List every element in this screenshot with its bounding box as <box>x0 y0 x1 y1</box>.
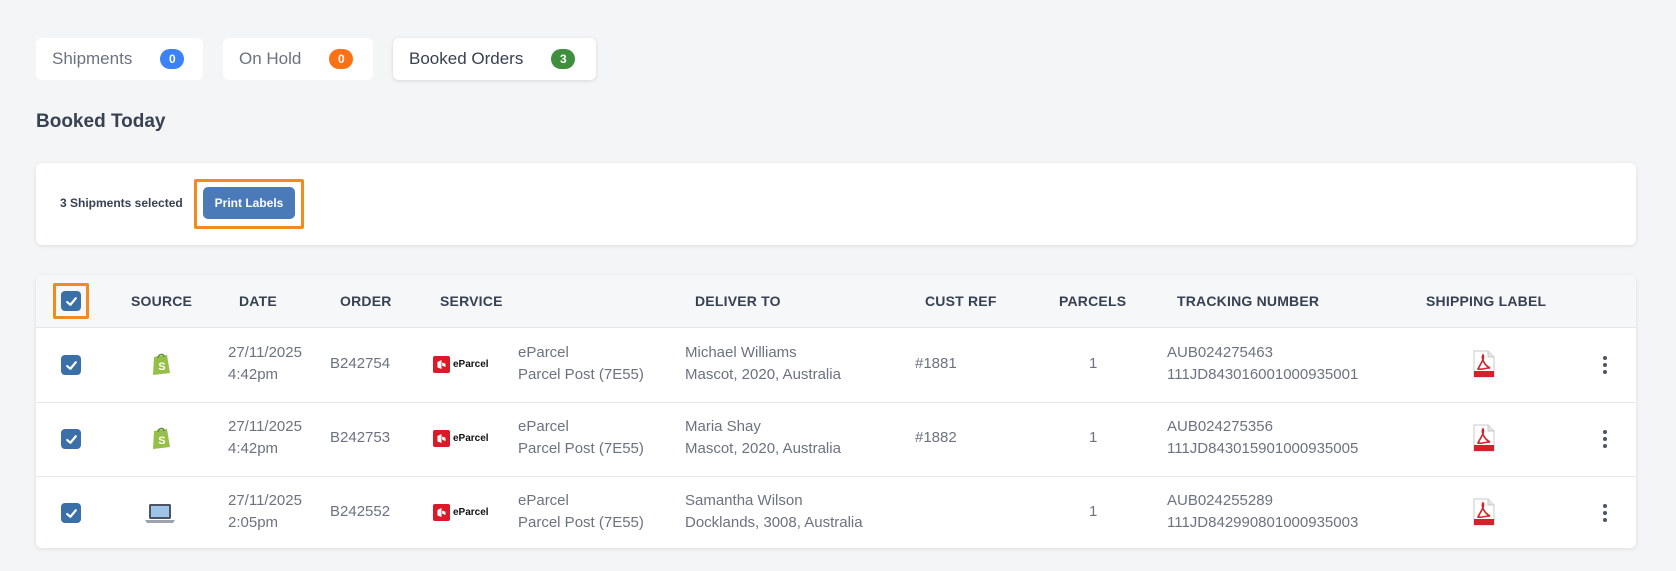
check-icon <box>65 508 77 518</box>
service-cell: eParcel Parcel Post (7E55) <box>518 342 644 386</box>
svg-text:S: S <box>158 435 165 447</box>
count-badge: 0 <box>329 49 354 69</box>
table-row[interactable]: S 27/11/2025 4:42pm B242753 eParcel ePar… <box>36 402 1636 477</box>
header-cust-ref[interactable]: CUST REF <box>925 293 997 309</box>
recipient-address: Docklands, 3008, Australia <box>685 514 863 531</box>
header-source[interactable]: SOURCE <box>131 293 192 309</box>
pdf-icon[interactable] <box>1472 498 1496 531</box>
tracking-barcode: 111JD843015901000935005 <box>1167 440 1359 457</box>
header-shipping-label[interactable]: SHIPPING LABEL <box>1426 293 1546 309</box>
row-actions-menu[interactable] <box>1599 502 1611 524</box>
order-cell[interactable]: B242753 <box>330 427 390 449</box>
eparcel-logo: eParcel <box>433 356 489 373</box>
shopify-icon: S <box>150 426 172 455</box>
row-actions-menu[interactable] <box>1599 428 1611 450</box>
header-parcels[interactable]: PARCELS <box>1059 293 1126 309</box>
deliver-to-cell: Michael Williams Mascot, 2020, Australia <box>685 342 841 386</box>
recipient-address: Mascot, 2020, Australia <box>685 366 841 383</box>
row-checkbox[interactable] <box>61 429 81 449</box>
pdf-icon[interactable] <box>1472 350 1496 383</box>
header-date[interactable]: DATE <box>239 293 277 309</box>
cust-ref-cell: #1881 <box>915 355 957 372</box>
service-name: eParcel <box>518 418 569 435</box>
service-type: Parcel Post (7E55) <box>518 514 644 531</box>
section-title: Booked Today <box>36 111 166 132</box>
pdf-icon[interactable] <box>1472 424 1496 457</box>
deliver-to-cell: Maria Shay Mascot, 2020, Australia <box>685 416 841 460</box>
tracking-cell[interactable]: AUB024275356 111JD843015901000935005 <box>1167 416 1358 460</box>
selected-count-text: 3 Shipments selected <box>60 196 183 210</box>
service-type: Parcel Post (7E55) <box>518 366 644 383</box>
count-badge: 3 <box>551 49 576 69</box>
tracking-barcode: 111JD843016001000935001 <box>1167 366 1359 383</box>
tab-label: Booked Orders <box>409 49 524 68</box>
recipient-name: Samantha Wilson <box>685 492 803 509</box>
service-name: eParcel <box>518 344 569 361</box>
recipient-name: Maria Shay <box>685 418 761 435</box>
header-tracking-number[interactable]: TRACKING NUMBER <box>1177 293 1319 309</box>
svg-text:S: S <box>158 361 165 373</box>
tab-booked-orders[interactable]: Booked Orders 3 <box>393 38 596 80</box>
time-text: 4:42pm <box>228 440 279 457</box>
check-icon <box>65 360 77 370</box>
parcels-cell: 1 <box>1089 355 1098 372</box>
tracking-cell[interactable]: AUB024255289 111JD842990801000935003 <box>1167 490 1358 534</box>
cust-ref-cell: #1882 <box>915 429 957 446</box>
order-cell[interactable]: B242754 <box>330 353 390 375</box>
table-row[interactable]: 27/11/2025 2:05pm B242552 eParcel eParce… <box>36 476 1636 548</box>
tab-label: On Hold <box>239 49 302 68</box>
date-text: 27/11/2025 <box>228 344 302 361</box>
time-text: 4:42pm <box>228 366 279 383</box>
tracking-cell[interactable]: AUB024275463 111JD843016001000935001 <box>1167 342 1358 386</box>
date-text: 27/11/2025 <box>228 492 302 509</box>
eparcel-logo: eParcel <box>433 504 489 521</box>
tracking-number: AUB024275356 <box>1167 418 1273 435</box>
select-all-checkbox[interactable] <box>61 291 81 311</box>
eparcel-logo: eParcel <box>433 430 489 447</box>
service-cell: eParcel Parcel Post (7E55) <box>518 490 644 534</box>
tracking-number: AUB024275463 <box>1167 344 1273 361</box>
print-labels-button[interactable]: Print Labels <box>203 187 295 219</box>
recipient-name: Michael Williams <box>685 344 797 361</box>
check-icon <box>65 296 77 306</box>
check-icon <box>65 434 77 444</box>
laptop-icon <box>144 503 176 530</box>
service-cell: eParcel Parcel Post (7E55) <box>518 416 644 460</box>
count-badge: 0 <box>160 49 185 69</box>
tab-shipments[interactable]: Shipments 0 <box>36 38 203 80</box>
tracking-number: AUB024255289 <box>1167 492 1273 509</box>
row-checkbox[interactable] <box>61 355 81 375</box>
time-text: 2:05pm <box>228 514 279 531</box>
selection-bar: 3 Shipments selected Print Labels <box>36 163 1636 245</box>
tab-label: Shipments <box>52 49 133 68</box>
page: Shipments 0 On Hold 0 Booked Orders 3 Bo… <box>0 0 1676 571</box>
row-actions-menu[interactable] <box>1599 354 1611 376</box>
recipient-address: Mascot, 2020, Australia <box>685 440 841 457</box>
parcels-cell: 1 <box>1089 503 1098 520</box>
header-deliver-to[interactable]: DELIVER TO <box>695 293 781 309</box>
date-text: 27/11/2025 <box>228 418 302 435</box>
tab-bar: Shipments 0 On Hold 0 Booked Orders 3 <box>36 38 596 80</box>
booked-orders-table: SOURCE DATE ORDER SERVICE DELIVER TO CUS… <box>36 275 1636 548</box>
header-service[interactable]: SERVICE <box>440 293 503 309</box>
service-type: Parcel Post (7E55) <box>518 440 644 457</box>
shopify-icon: S <box>150 352 172 381</box>
date-cell: 27/11/2025 2:05pm <box>228 490 302 534</box>
tab-on-hold[interactable]: On Hold 0 <box>223 38 373 80</box>
date-cell: 27/11/2025 4:42pm <box>228 416 302 460</box>
parcels-cell: 1 <box>1089 429 1098 446</box>
deliver-to-cell: Samantha Wilson Docklands, 3008, Austral… <box>685 490 863 534</box>
order-cell[interactable]: B242552 <box>330 501 390 523</box>
row-checkbox[interactable] <box>61 503 81 523</box>
table-header: SOURCE DATE ORDER SERVICE DELIVER TO CUS… <box>36 275 1636 328</box>
tracking-barcode: 111JD842990801000935003 <box>1167 514 1359 531</box>
date-cell: 27/11/2025 4:42pm <box>228 342 302 386</box>
service-name: eParcel <box>518 492 569 509</box>
table-row[interactable]: S 27/11/2025 4:42pm B242754 eParcel ePar… <box>36 328 1636 403</box>
header-order[interactable]: ORDER <box>340 293 392 309</box>
